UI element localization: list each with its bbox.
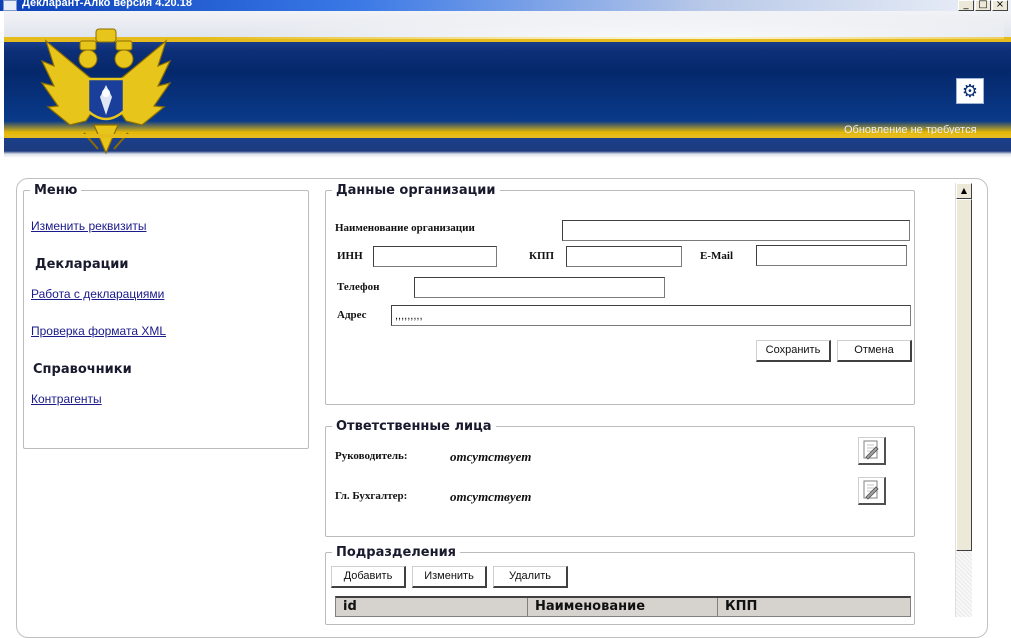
director-label: Руководитель: [335,450,408,462]
column-header-id[interactable]: id [336,598,528,616]
inn-label: ИНН [337,250,363,262]
references-heading: Справочники [33,362,132,377]
email-input[interactable] [756,245,907,266]
counterparties-link[interactable]: Контрагенты [31,392,102,406]
window-titlebar: Декларант-Алко версия 4.20.18 _ □ × [0,0,1011,11]
org-name-input[interactable] [562,220,910,241]
divisions-table-header: id Наименование КПП [335,596,911,617]
cancel-button[interactable]: Отмена [837,340,912,362]
kpp-label: КПП [529,250,555,262]
edit-requisites-link[interactable]: Изменить реквизиты [31,219,146,233]
org-legend: Данные организации [336,183,496,198]
phone-label: Телефон [337,281,380,293]
app-icon [3,0,17,11]
inn-input[interactable] [373,246,497,267]
declarations-heading: Декларации [35,257,129,272]
settings-button[interactable]: ⚙ [956,78,984,104]
address-input[interactable] [391,305,911,326]
edit-division-button[interactable]: Изменить [412,566,487,588]
maximize-button[interactable]: □ [975,0,991,11]
delete-division-button[interactable]: Удалить [493,566,568,588]
phone-input[interactable] [414,277,665,298]
close-button[interactable]: × [992,0,1008,11]
banner-swoosh [184,11,1004,39]
minimize-button[interactable]: _ [958,0,974,11]
column-header-kpp[interactable]: КПП [718,598,910,616]
responsible-panel: Ответственные лица [325,419,915,537]
eagle-emblem-icon [40,28,172,155]
gear-icon: ⚙ [961,80,979,102]
update-status-text: Обновление не требуется [844,124,977,136]
accountant-value: отсутствует [450,489,532,504]
address-label: Адрес [337,309,367,321]
accountant-label: Гл. Бухгалтер: [335,490,408,502]
org-name-label: Наименование организации [335,222,475,234]
add-division-button[interactable]: Добавить [331,566,406,588]
column-header-name[interactable]: Наименование [528,598,718,616]
divisions-legend: Подразделения [336,545,457,560]
window-title: Декларант-Алко версия 4.20.18 [22,0,192,9]
scroll-up-button[interactable]: ▲ [956,183,972,199]
edit-accountant-button[interactable] [858,477,886,505]
edit-document-icon [863,440,879,460]
responsible-legend: Ответственные лица [336,419,492,434]
edit-document-icon [863,480,879,500]
menu-legend: Меню [34,183,78,198]
email-label: E-Mail [700,250,733,262]
check-xml-link[interactable]: Проверка формата XML [31,324,166,338]
edit-director-button[interactable] [858,437,886,465]
vertical-scrollbar[interactable]: ▲ [955,183,972,617]
director-value: отсутствует [450,449,532,464]
scroll-thumb[interactable] [956,199,972,551]
work-declarations-link[interactable]: Работа с декларациями [31,287,164,301]
header-banner: ⚙ Обновление не требуется [4,11,1011,158]
kpp-input[interactable] [566,246,682,267]
save-button[interactable]: Сохранить [756,340,831,362]
